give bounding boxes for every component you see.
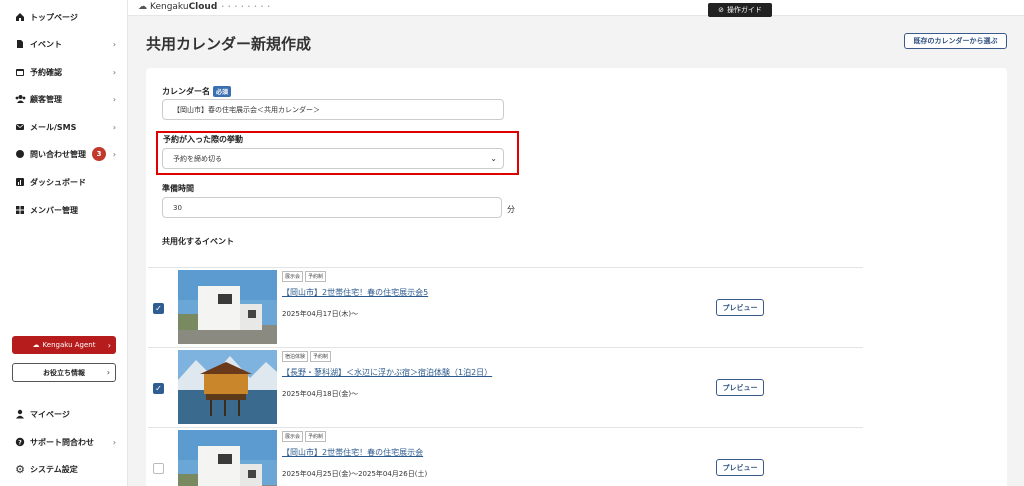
calendar-name-label-text: カレンダー名 [162, 87, 210, 96]
chevron-right-icon: › [112, 122, 116, 132]
chevron-right-icon: › [107, 340, 111, 350]
event-tags: 展示会 予約制 [282, 431, 327, 442]
cloud-icon: ☁ [138, 2, 147, 12]
event-row: ✓ 展示会 予約制 【岡山市】2世帯住宅！春の住宅展示会5 2025年04月17… [148, 267, 863, 347]
sidebar-item-label: 顧客管理 [30, 94, 62, 104]
notification-badge: 3 [92, 147, 106, 161]
svg-text:?: ? [18, 439, 22, 446]
event-tags: 展示会 予約制 [282, 271, 327, 282]
event-checkbox[interactable]: ✓ [153, 383, 164, 394]
agent-label: Kengaku Agent [42, 341, 96, 349]
guide-label: 操作ガイド [726, 6, 762, 14]
user-icon [14, 408, 26, 420]
sidebar-item-label: イベント [30, 39, 62, 49]
chevron-right-icon: › [112, 39, 116, 49]
chevron-right-icon: › [112, 437, 116, 447]
grid-icon [14, 204, 26, 216]
sidebar-item-dashboard[interactable]: ダッシュボード [14, 174, 120, 190]
sidebar-item-inquiries[interactable]: 問い合わせ管理 3 › [14, 146, 120, 162]
sidebar-item-customers[interactable]: 顧客管理 › [14, 91, 120, 107]
sidebar-item-label: 予約確認 [30, 67, 62, 77]
event-row: ✓ 宿泊体験 予約制 【長野・蓼科湖】＜水辺に浮かぶ宿＞宿泊体験（1泊2日） 2… [148, 347, 863, 427]
chevron-right-icon: › [112, 94, 116, 104]
kengaku-agent-button[interactable]: ☁ Kengaku Agent › [12, 336, 116, 354]
event-date: 2025年04月25日(金)〜2025年04月26日(土) [282, 470, 428, 478]
chevron-right-icon: › [106, 368, 110, 377]
sidebar-item-label: メール/SMS [30, 122, 77, 132]
chevron-down-icon: ⌄ [490, 154, 497, 163]
behavior-select-value: 予約を締め切る [173, 154, 222, 163]
event-title-link[interactable]: 【長野・蓼科湖】＜水辺に浮かぶ宿＞宿泊体験（1泊2日） [282, 367, 492, 378]
page-title: 共用カレンダー新規作成 [146, 35, 312, 53]
sidebar-item-mail[interactable]: メール/SMS › [14, 119, 120, 135]
sidebar-item-top[interactable]: トップページ [14, 9, 120, 25]
sidebar-item-label: メンバー管理 [30, 205, 78, 215]
logo-bold: Cloud [188, 2, 218, 12]
shared-events-label: 共用化するイベント [162, 237, 234, 246]
chevron-right-icon: › [112, 67, 116, 77]
prep-time-label: 準備時間 [162, 184, 194, 193]
required-badge: 必須 [213, 86, 232, 97]
event-date: 2025年04月17日(木)〜 [282, 310, 359, 318]
sidebar: トップページ イベント › 予約確認 › 顧客管理 › メール/SMS › 問い… [0, 0, 128, 486]
behavior-select[interactable]: 予約を締め切る ⌄ [162, 148, 504, 169]
useful-info-button[interactable]: お役立ち情報 › [12, 363, 116, 382]
calendar-name-input[interactable]: 【岡山市】春の住宅展示会＜共用カレンダー＞ [162, 99, 504, 120]
calendar-name-label: カレンダー名 必須 [162, 86, 232, 97]
event-tag: 予約制 [310, 351, 332, 362]
event-row: 展示会 予約制 【岡山市】2世帯住宅！春の住宅展示会 2025年04月25日(金… [148, 427, 863, 486]
logo-sub: • • • • • • • • [221, 4, 272, 10]
event-thumbnail [178, 270, 277, 344]
logo-prefix: Kengaku [150, 2, 189, 12]
sidebar-item-label: サポート問合わせ [30, 437, 94, 447]
event-title-link[interactable]: 【岡山市】2世帯住宅！春の住宅展示会 [282, 447, 423, 458]
select-existing-calendar-button[interactable]: 既存のカレンダーから選ぶ [904, 33, 1007, 49]
event-tag: 宿泊体験 [282, 351, 309, 362]
preview-button[interactable]: プレビュー [716, 299, 764, 316]
chat-icon [14, 148, 26, 160]
compass-icon: ⊘ [718, 6, 724, 14]
sidebar-item-label: ダッシュボード [30, 177, 86, 187]
operation-guide-button[interactable]: ⊘ 操作ガイド [708, 3, 772, 17]
event-tag: 予約制 [305, 431, 327, 442]
event-thumbnail [178, 430, 277, 486]
event-tag: 予約制 [305, 271, 327, 282]
gear-icon: ⚙ [15, 462, 25, 476]
sidebar-item-settings[interactable]: ⚙ システム設定 [14, 461, 120, 477]
prep-time-input[interactable]: 30 [162, 197, 502, 218]
sidebar-item-label: トップページ [30, 12, 78, 22]
sidebar-item-label: マイページ [30, 409, 70, 419]
preview-button[interactable]: プレビュー [716, 459, 764, 476]
sidebar-item-reservation[interactable]: 予約確認 › [14, 64, 120, 80]
kengaku-cloud-logo[interactable]: ☁ Kengaku Cloud • • • • • • • • [138, 2, 271, 12]
event-tags: 宿泊体験 予約制 [282, 351, 332, 362]
sidebar-item-event[interactable]: イベント › [14, 36, 120, 52]
event-tag: 展示会 [282, 271, 304, 282]
chart-icon [14, 176, 26, 188]
top-bar: ☁ Kengaku Cloud • • • • • • • • ⊘ 操作ガイド [128, 0, 1024, 17]
mail-icon [14, 121, 26, 133]
document-icon [14, 38, 26, 50]
chevron-right-icon: › [112, 149, 116, 159]
event-checkbox[interactable]: ✓ [153, 303, 164, 314]
home-icon [14, 11, 26, 23]
preview-button[interactable]: プレビュー [716, 379, 764, 396]
sidebar-item-members[interactable]: メンバー管理 [14, 202, 120, 218]
sidebar-item-support[interactable]: ? サポート問合わせ › [14, 434, 120, 450]
prep-time-unit: 分 [507, 205, 515, 214]
event-checkbox[interactable] [153, 463, 164, 474]
sidebar-item-label: システム設定 [30, 464, 78, 474]
help-icon: ? [14, 436, 26, 448]
event-thumbnail [178, 350, 277, 424]
event-date: 2025年04月18日(金)〜 [282, 390, 359, 398]
sidebar-item-label: 問い合わせ管理 [30, 149, 86, 159]
useful-info-label: お役立ち情報 [43, 368, 85, 377]
behavior-label: 予約が入った際の挙動 [163, 135, 243, 144]
calendar-icon [14, 66, 26, 78]
cloud-icon: ☁ [32, 341, 40, 349]
sidebar-item-mypage[interactable]: マイページ [14, 406, 120, 422]
people-icon [14, 93, 26, 105]
event-tag: 展示会 [282, 431, 304, 442]
event-title-link[interactable]: 【岡山市】2世帯住宅！春の住宅展示会5 [282, 287, 428, 298]
